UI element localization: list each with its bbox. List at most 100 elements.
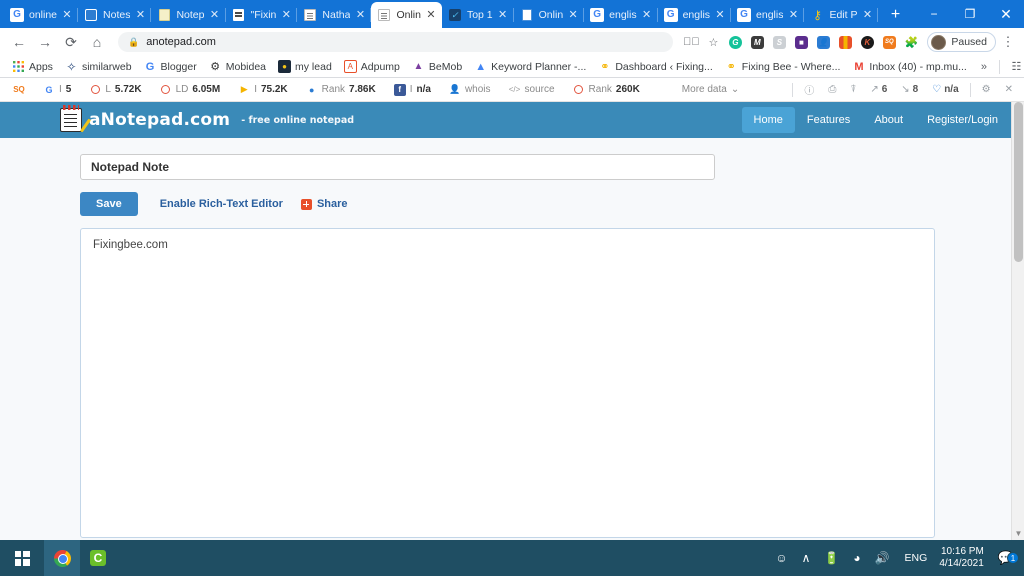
profile-button[interactable]: Paused xyxy=(927,32,996,52)
browser-menu-icon[interactable]: ⋮ xyxy=(998,31,1018,53)
browser-tab[interactable]: Notes ✕ xyxy=(78,2,152,28)
browser-tab[interactable]: "Fixin ✕ xyxy=(226,2,298,28)
scrollbar-thumb[interactable] xyxy=(1014,102,1023,262)
browser-tab-active[interactable]: Onlin ✕ xyxy=(371,2,442,28)
bookmark-adpump[interactable]: A Adpump xyxy=(338,60,406,73)
bookmark-similarweb[interactable]: ✧ similarweb xyxy=(59,60,138,74)
seo-source-link[interactable]: </> source xyxy=(500,84,564,96)
chrome-taskbar-icon[interactable] xyxy=(44,540,80,576)
site-logo[interactable]: aNotepad.com - free online notepad xyxy=(60,105,354,133)
camtasia-taskbar-icon[interactable] xyxy=(80,540,116,576)
minimize-button[interactable]: − xyxy=(916,0,952,28)
browser-tab[interactable]: englis ✕ xyxy=(584,2,658,28)
internal-links-metric[interactable]: ↘ 8 xyxy=(894,84,925,95)
wifi-icon[interactable]: ◕ xyxy=(846,551,867,565)
tab-close-icon[interactable]: ✕ xyxy=(355,9,365,21)
mailtrack-extension-icon[interactable]: M xyxy=(747,32,767,52)
seoquake-extension-icon[interactable]: SQ xyxy=(879,32,899,52)
notification-center-button[interactable]: 💬 1 xyxy=(994,550,1024,566)
tab-close-icon[interactable]: ✕ xyxy=(135,9,145,21)
save-button[interactable]: Save xyxy=(80,192,138,216)
bookmark-apps[interactable]: Apps xyxy=(6,60,59,73)
share-label[interactable]: Share xyxy=(317,198,348,210)
tab-close-icon[interactable]: ✕ xyxy=(426,9,436,21)
seo-metric-linking-domains[interactable]: LD 6.05M xyxy=(151,84,230,96)
note-body-textarea[interactable]: Fixingbee.com xyxy=(80,228,935,538)
start-button[interactable] xyxy=(0,540,44,576)
browser-tab[interactable]: Onlin ✕ xyxy=(514,2,585,28)
bookmark-keyword-planner[interactable]: ▲ Keyword Planner -... xyxy=(468,60,592,73)
nav-item-about[interactable]: About xyxy=(862,107,915,133)
bookmark-dashboard-fixing[interactable]: ⚭ Dashboard ‹ Fixing... xyxy=(592,60,718,74)
tab-close-icon[interactable]: ✕ xyxy=(498,9,508,21)
chart-icon[interactable]: ⍒ xyxy=(843,84,863,95)
keywords-extension-icon[interactable] xyxy=(835,32,855,52)
forward-button[interactable]: → xyxy=(32,29,58,55)
eye-off-icon[interactable]: 👁⃠ xyxy=(681,32,701,52)
seo-metric-bing-index[interactable]: ▶ I 75.2K xyxy=(229,84,296,96)
home-button[interactable]: ⌂ xyxy=(84,29,110,55)
tab-close-icon[interactable]: ✕ xyxy=(642,9,652,21)
bookmark-inbox[interactable]: M Inbox (40) - mp.mu... xyxy=(846,60,972,73)
seo-metric-links[interactable]: L 5.72K xyxy=(80,84,150,96)
browser-tab[interactable]: Top 1 ✕ xyxy=(442,2,514,28)
language-indicator[interactable]: ENG xyxy=(897,552,936,564)
tab-close-icon[interactable]: ✕ xyxy=(788,9,798,21)
browser-tab[interactable]: englis ✕ xyxy=(658,2,732,28)
seo-metric-google-index[interactable]: G I 5 xyxy=(34,84,80,96)
tab-close-icon[interactable]: ✕ xyxy=(715,9,725,21)
note-title-input[interactable]: Notepad Note xyxy=(80,154,715,180)
bookmark-my-lead[interactable]: ● my lead xyxy=(272,60,338,73)
close-icon[interactable]: ✕ xyxy=(998,84,1020,95)
scroll-down-arrow-icon[interactable]: ▼ xyxy=(1014,530,1023,538)
bookmark-bemob[interactable]: ▲ BeMob xyxy=(406,60,468,73)
close-window-button[interactable]: ✕ xyxy=(988,0,1024,28)
adplexity-extension-icon[interactable]: ■ xyxy=(791,32,811,52)
browser-tab[interactable]: englis ✕ xyxy=(731,2,805,28)
enable-rich-text-editor-link[interactable]: Enable Rich-Text Editor xyxy=(160,198,283,210)
address-bar[interactable]: 🔒 anotepad.com xyxy=(118,32,674,52)
bookmark-blogger[interactable]: G Blogger xyxy=(138,60,203,73)
seo-whois-link[interactable]: 👤 whois xyxy=(440,84,500,96)
tab-close-icon[interactable]: ✕ xyxy=(210,9,220,21)
seo-metric-semrush-rank[interactable]: Rank 260K xyxy=(564,84,649,96)
kwfinder-extension-icon[interactable]: K xyxy=(857,32,877,52)
people-icon[interactable]: ☺ xyxy=(768,551,794,565)
browser-tab[interactable]: Edit P ✕ xyxy=(804,2,879,28)
bookmarks-overflow-icon[interactable]: » xyxy=(973,61,995,73)
new-tab-button[interactable]: + xyxy=(887,7,903,23)
seoquake-brand-icon[interactable]: SQ xyxy=(4,84,34,96)
tab-close-icon[interactable]: ✕ xyxy=(568,9,578,21)
favorites-metric[interactable]: ♡ n/a xyxy=(925,84,965,95)
back-button[interactable]: ← xyxy=(6,29,32,55)
tab-close-icon[interactable]: ✕ xyxy=(281,9,291,21)
nav-item-home[interactable]: Home xyxy=(741,107,795,133)
star-icon[interactable]: ☆ xyxy=(703,32,723,52)
bookmark-fixing-bee[interactable]: ⚭ Fixing Bee - Where... xyxy=(719,60,847,74)
grammarly-extension-icon[interactable]: G xyxy=(725,32,745,52)
similarweb-extension-icon[interactable]: S xyxy=(769,32,789,52)
clock[interactable]: 10:16 PM 4/14/2021 xyxy=(935,546,994,570)
puzzle-extension-icon[interactable]: 🧩 xyxy=(901,32,921,52)
tab-close-icon[interactable]: ✕ xyxy=(62,9,72,21)
reload-button[interactable]: ⟳ xyxy=(58,29,84,55)
page-scrollbar[interactable]: ▼ xyxy=(1011,102,1024,540)
seo-metric-facebook[interactable]: f I n/a xyxy=(385,83,440,96)
browser-tab[interactable]: Natha ✕ xyxy=(297,2,372,28)
user-extension-icon[interactable]: 👤 xyxy=(813,32,833,52)
info-icon[interactable]: ⓘ xyxy=(797,82,821,97)
battery-icon[interactable]: 🔋 xyxy=(817,551,846,565)
gear-icon[interactable]: ⚙ xyxy=(975,84,998,95)
share-button[interactable]: Share xyxy=(300,198,348,210)
volume-icon[interactable]: 🔊 xyxy=(868,551,897,565)
tab-close-icon[interactable]: ✕ xyxy=(862,9,872,21)
external-links-metric[interactable]: ↗ 6 xyxy=(863,84,894,95)
nav-item-register-login[interactable]: Register/Login xyxy=(915,107,1010,133)
seo-metric-alexa-rank[interactable]: ● Rank 7.86K xyxy=(297,84,385,96)
maximize-button[interactable]: ❐ xyxy=(952,0,988,28)
print-icon[interactable]: ⎙ xyxy=(821,84,843,95)
browser-tab[interactable]: Notep ✕ xyxy=(151,2,226,28)
browser-tab[interactable]: online ✕ xyxy=(4,2,79,28)
nav-item-features[interactable]: Features xyxy=(795,107,862,133)
seo-more-data-button[interactable]: More data ⌄ xyxy=(673,84,748,95)
